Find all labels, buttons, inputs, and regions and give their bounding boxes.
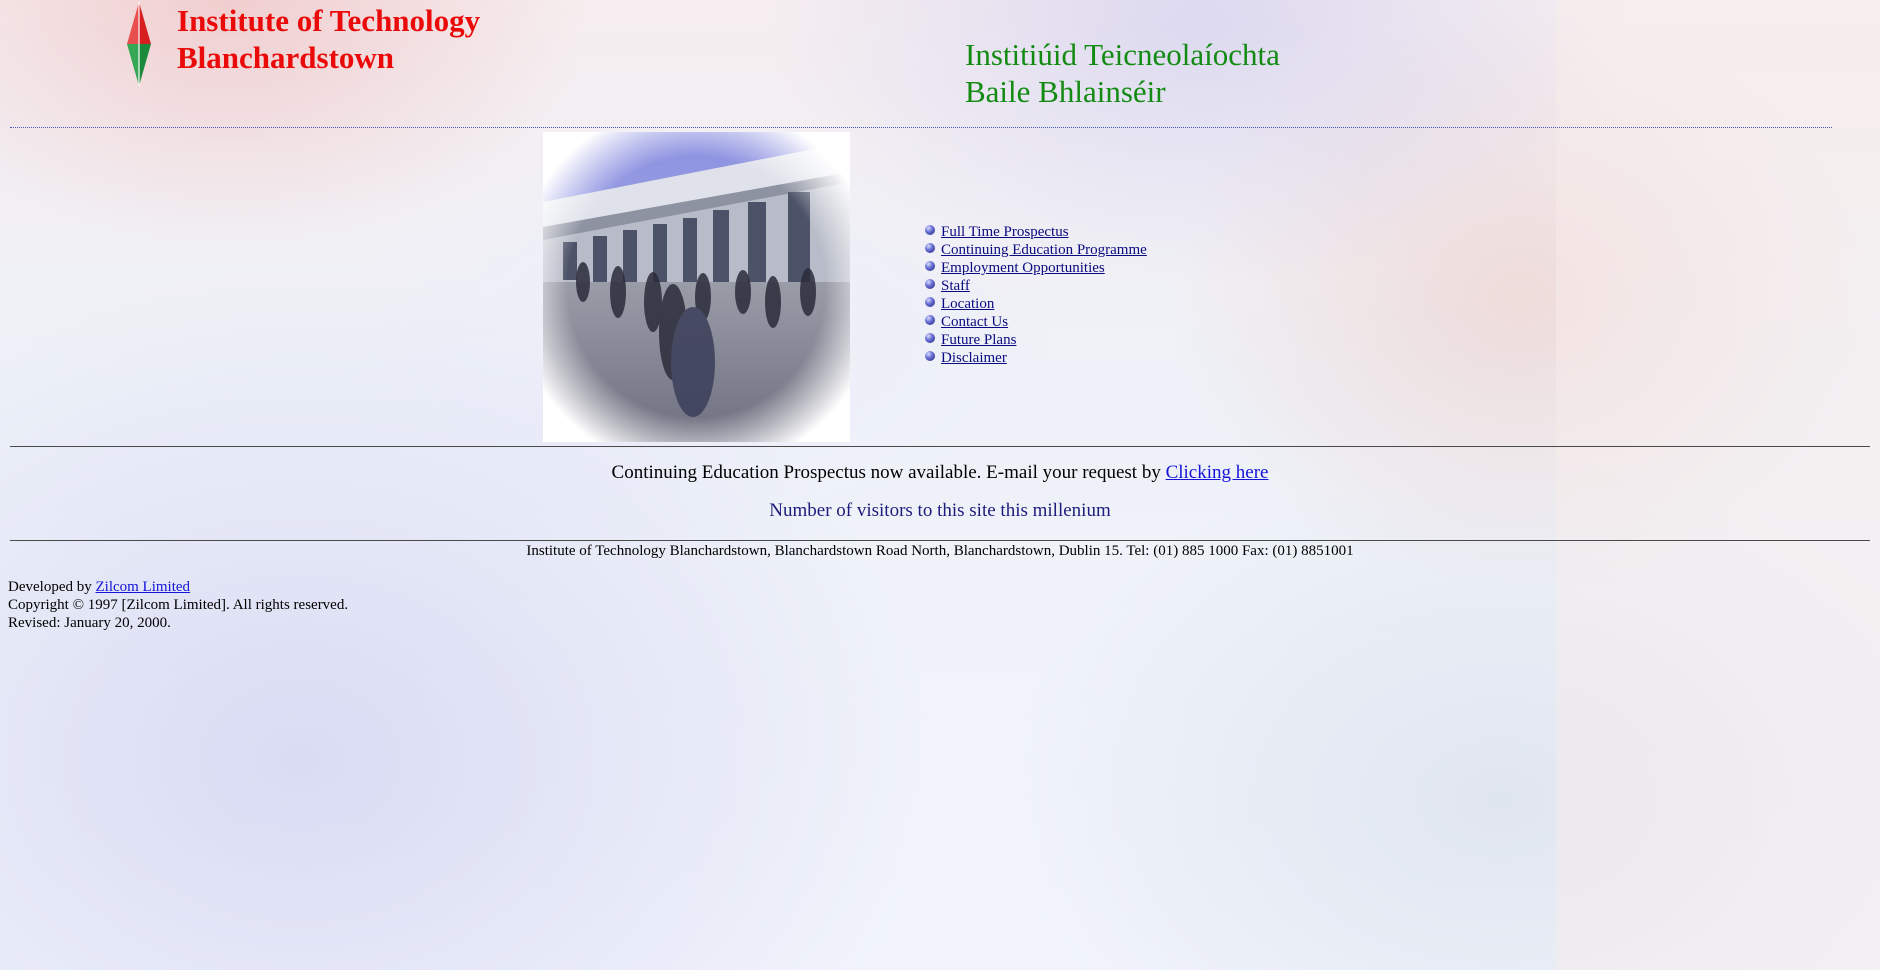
footer-divider [10, 540, 1870, 541]
nav-item-employment: Employment Opportunities [924, 259, 1147, 277]
copyright-notice: Copyright © 1997 [Zilcom Limited]. All r… [8, 597, 349, 613]
nav-item-contact: Contact Us [924, 313, 1147, 331]
link-employment-opportunities[interactable]: Employment Opportunities [941, 260, 1105, 276]
header-divider [10, 127, 1832, 128]
title-english-line-1: Institute of Technology [177, 3, 481, 38]
link-continuing-education-programme[interactable]: Continuing Education Programme [941, 242, 1147, 258]
zilcom-link[interactable]: Zilcom Limited [95, 579, 190, 595]
link-future-plans[interactable]: Future Plans [941, 332, 1016, 348]
title-irish-line-1: Institiúid Teicneolaíochta [965, 37, 1280, 72]
announcement-text: Continuing Education Prospectus now avai… [611, 462, 1166, 483]
institute-address: Institute of Technology Blanchardstown, … [526, 543, 1354, 559]
developed-by-label: Developed by [8, 579, 92, 595]
link-disclaimer[interactable]: Disclaimer [941, 350, 1007, 366]
page-header: Institute of Technology Blanchardstown I… [0, 0, 1880, 128]
revised-date: Revised: January 20, 2000. [8, 615, 171, 631]
developed-by-line: Developed by Zilcom Limited [8, 578, 348, 596]
institute-name-irish: Institiúid Teicneolaíochta Baile Bhlains… [965, 36, 1280, 110]
page-footer: Developed by Zilcom Limited Copyright © … [8, 578, 348, 632]
background-band [1556, 0, 1880, 970]
bullet-icon [925, 351, 935, 361]
link-staff[interactable]: Staff [941, 278, 970, 294]
link-full-time-prospectus[interactable]: Full Time Prospectus [941, 224, 1069, 240]
bullet-icon [925, 333, 935, 343]
nav-item-location: Location [924, 295, 1147, 313]
link-location[interactable]: Location [941, 296, 994, 312]
bullet-icon [925, 261, 935, 271]
nav-item-full-time-prospectus: Full Time Prospectus [924, 223, 1147, 241]
bullet-icon [925, 297, 935, 307]
bullet-icon [925, 279, 935, 289]
nav-item-disclaimer: Disclaimer [924, 349, 1147, 367]
bullet-icon [925, 243, 935, 253]
bullet-icon [925, 315, 935, 325]
title-irish-line-2: Baile Bhlainséir [965, 74, 1166, 109]
visitor-counter-text: Number of visitors to this site this mil… [769, 500, 1111, 521]
nav-item-staff: Staff [924, 277, 1147, 295]
clicking-here-link[interactable]: Clicking here [1166, 462, 1269, 483]
institute-name-english: Institute of Technology Blanchardstown [177, 2, 480, 76]
nav-item-future-plans: Future Plans [924, 331, 1147, 349]
prospectus-announcement: Continuing Education Prospectus now avai… [0, 461, 1880, 485]
content-divider [10, 446, 1870, 447]
link-contact-us[interactable]: Contact Us [941, 314, 1008, 330]
bullet-icon [925, 225, 935, 235]
campus-photo [543, 132, 850, 442]
title-english-line-2: Blanchardstown [177, 40, 395, 75]
nav-item-continuing-education: Continuing Education Programme [924, 241, 1147, 259]
main-navigation: Full Time Prospectus Continuing Educatio… [924, 223, 1147, 367]
red-green-compass-logo-icon [127, 2, 151, 86]
